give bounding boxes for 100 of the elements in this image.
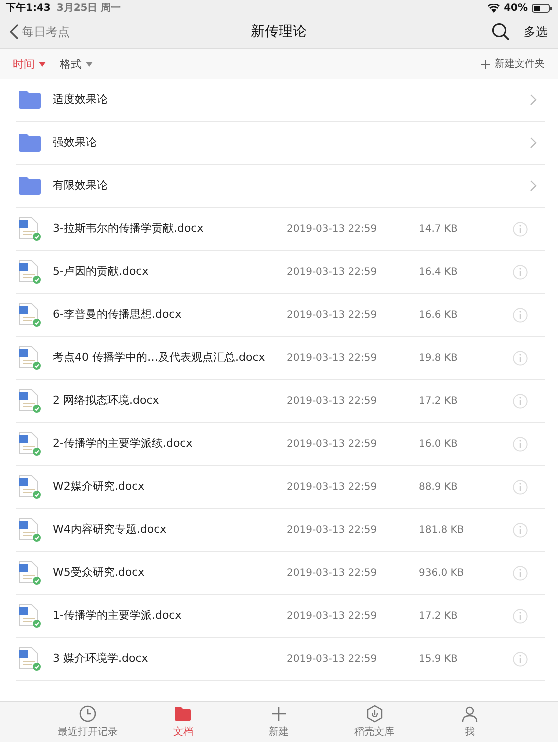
file-date: 2019-03-13 22:59 bbox=[287, 524, 378, 536]
file-size: 936.0 KB bbox=[419, 568, 466, 578]
info-icon[interactable] bbox=[513, 308, 528, 322]
file-size: 16.6 KB bbox=[419, 310, 459, 320]
document-icon bbox=[18, 518, 42, 542]
chevron-icon bbox=[530, 137, 537, 149]
file-row[interactable]: 考点40 传播学中的…及代表观点汇总.docx 2019-03-13 22:59 19.8 KB bbox=[16, 337, 545, 380]
file-name: 2-传播学的主要学派续.docx bbox=[53, 436, 194, 452]
file-row[interactable]: 5-卢因的贡献.docx 2019-03-13 22:59 16.4 KB bbox=[16, 251, 545, 294]
file-date: 2019-03-13 22:59 bbox=[287, 610, 378, 622]
tab-button[interactable]: 新建 bbox=[244, 702, 314, 742]
info-icon[interactable] bbox=[513, 522, 528, 538]
file-size: 19.8 KB bbox=[419, 352, 459, 364]
file-row[interactable]: 6-李普曼的传播思想.docx 2019-03-13 22:59 16.6 KB bbox=[16, 294, 545, 337]
folder-name: 适度效果论 bbox=[53, 92, 109, 108]
folder-icon bbox=[174, 705, 192, 723]
file-row[interactable]: 2-传播学的主要学派续.docx 2019-03-13 22:59 16.0 KB bbox=[16, 423, 545, 466]
status-time: 下午1:43 bbox=[6, 2, 51, 15]
file-size: 16.4 KB bbox=[419, 266, 459, 278]
tab-button[interactable]: 最近打开记录 bbox=[52, 702, 123, 742]
file-size: 181.8 KB bbox=[419, 524, 466, 536]
file-row[interactable]: 3-拉斯韦尔的传播学贡献.docx 2019-03-13 22:59 14.7 KB bbox=[16, 208, 545, 251]
file-row[interactable]: 2 网络拟态环境.docx 2019-03-13 22:59 17.2 KB bbox=[16, 380, 545, 423]
file-row[interactable]: W4内容研究专题.docx 2019-03-13 22:59 181.8 KB bbox=[16, 509, 545, 552]
file-name: 5-卢因的贡献.docx bbox=[53, 264, 150, 280]
plus-icon bbox=[481, 60, 490, 68]
file-row[interactable]: 3 媒介环境学.docx 2019-03-13 22:59 15.9 KB bbox=[16, 638, 545, 681]
file-size: 17.2 KB bbox=[419, 396, 459, 406]
file-row[interactable]: W2媒介研究.docx 2019-03-13 22:59 88.9 KB bbox=[16, 466, 545, 509]
document-icon bbox=[18, 647, 42, 671]
document-icon bbox=[18, 475, 42, 499]
info-icon[interactable] bbox=[513, 222, 528, 236]
tab-button[interactable]: 我 bbox=[435, 702, 506, 742]
page-title: 新传理论 bbox=[251, 23, 307, 41]
multi-select-button[interactable]: 多选 bbox=[524, 24, 548, 40]
info-icon[interactable] bbox=[513, 608, 528, 624]
wifi-icon bbox=[488, 4, 500, 12]
file-name: W4内容研究专题.docx bbox=[53, 522, 168, 538]
file-date: 2019-03-13 22:59 bbox=[287, 482, 378, 492]
file-date: 2019-03-13 22:59 bbox=[287, 352, 378, 364]
file-size: 17.2 KB bbox=[419, 610, 459, 622]
info-icon[interactable] bbox=[513, 350, 528, 366]
document-icon bbox=[18, 561, 42, 585]
folder-icon bbox=[18, 177, 42, 195]
chevron-icon bbox=[530, 94, 537, 106]
search-icon[interactable] bbox=[492, 23, 510, 41]
file-row[interactable]: 适度效果论 bbox=[16, 79, 545, 122]
document-icon bbox=[18, 217, 42, 241]
file-date: 2019-03-13 22:59 bbox=[287, 266, 378, 278]
file-name: 3-拉斯韦尔的传播学贡献.docx bbox=[53, 222, 205, 236]
back-icon bbox=[10, 24, 19, 40]
info-icon[interactable] bbox=[513, 436, 528, 452]
file-name: W2媒介研究.docx bbox=[53, 480, 146, 494]
file-name: 1-传播学的主要学派.docx bbox=[53, 608, 183, 624]
file-date: 2019-03-13 22:59 bbox=[287, 654, 378, 664]
document-icon bbox=[18, 604, 42, 628]
caret-icon bbox=[86, 62, 93, 66]
back-button[interactable]: 每日考点 bbox=[10, 24, 70, 40]
caret-icon bbox=[39, 62, 46, 66]
document-icon bbox=[18, 346, 42, 370]
file-name: 3 媒介环境学.docx bbox=[53, 652, 150, 666]
file-name: 6-李普曼的传播思想.docx bbox=[53, 308, 183, 322]
folder-icon bbox=[18, 134, 42, 152]
info-icon[interactable] bbox=[513, 480, 528, 494]
tab-button[interactable]: 稻壳文库 bbox=[340, 702, 410, 742]
hexagon-icon bbox=[366, 705, 384, 723]
document-icon bbox=[18, 260, 42, 284]
folder-icon bbox=[18, 91, 42, 109]
document-icon bbox=[18, 432, 42, 456]
chevron-icon bbox=[530, 180, 537, 192]
status-date: 3月25日 周一 bbox=[56, 2, 122, 15]
folder-name: 强效果论 bbox=[53, 136, 98, 150]
info-icon[interactable] bbox=[513, 394, 528, 408]
document-icon bbox=[18, 303, 42, 327]
info-icon[interactable] bbox=[513, 566, 528, 580]
clock-icon bbox=[78, 705, 97, 723]
sort-button[interactable]: 时间 bbox=[13, 56, 46, 72]
battery-percent: 40% bbox=[504, 2, 528, 14]
tab-button[interactable]: 文档 bbox=[148, 702, 218, 742]
file-date: 2019-03-13 22:59 bbox=[287, 438, 378, 450]
document-icon bbox=[18, 389, 42, 413]
battery-icon bbox=[532, 4, 552, 12]
file-date: 2019-03-13 22:59 bbox=[287, 224, 378, 234]
file-name: 考点40 传播学中的…及代表观点汇总.docx bbox=[53, 350, 266, 366]
folder-name: 有限效果论 bbox=[53, 178, 109, 194]
sort-button[interactable]: 格式 bbox=[60, 56, 93, 72]
file-row[interactable]: W5受众研究.docx 2019-03-13 22:59 936.0 KB bbox=[16, 552, 545, 595]
file-size: 88.9 KB bbox=[419, 482, 459, 492]
file-row[interactable]: 有限效果论 bbox=[16, 165, 545, 208]
file-date: 2019-03-13 22:59 bbox=[287, 568, 378, 578]
file-date: 2019-03-13 22:59 bbox=[287, 396, 378, 406]
new-folder-button[interactable]: 新建文件夹 bbox=[481, 57, 545, 71]
file-row[interactable]: 1-传播学的主要学派.docx 2019-03-13 22:59 17.2 KB bbox=[16, 595, 545, 638]
file-date: 2019-03-13 22:59 bbox=[287, 310, 378, 320]
file-size: 15.9 KB bbox=[419, 654, 459, 664]
file-name: W5受众研究.docx bbox=[53, 566, 146, 580]
file-row[interactable]: 强效果论 bbox=[16, 122, 545, 165]
file-size: 14.7 KB bbox=[419, 224, 459, 234]
info-icon[interactable] bbox=[513, 264, 528, 280]
info-icon[interactable] bbox=[513, 652, 528, 666]
